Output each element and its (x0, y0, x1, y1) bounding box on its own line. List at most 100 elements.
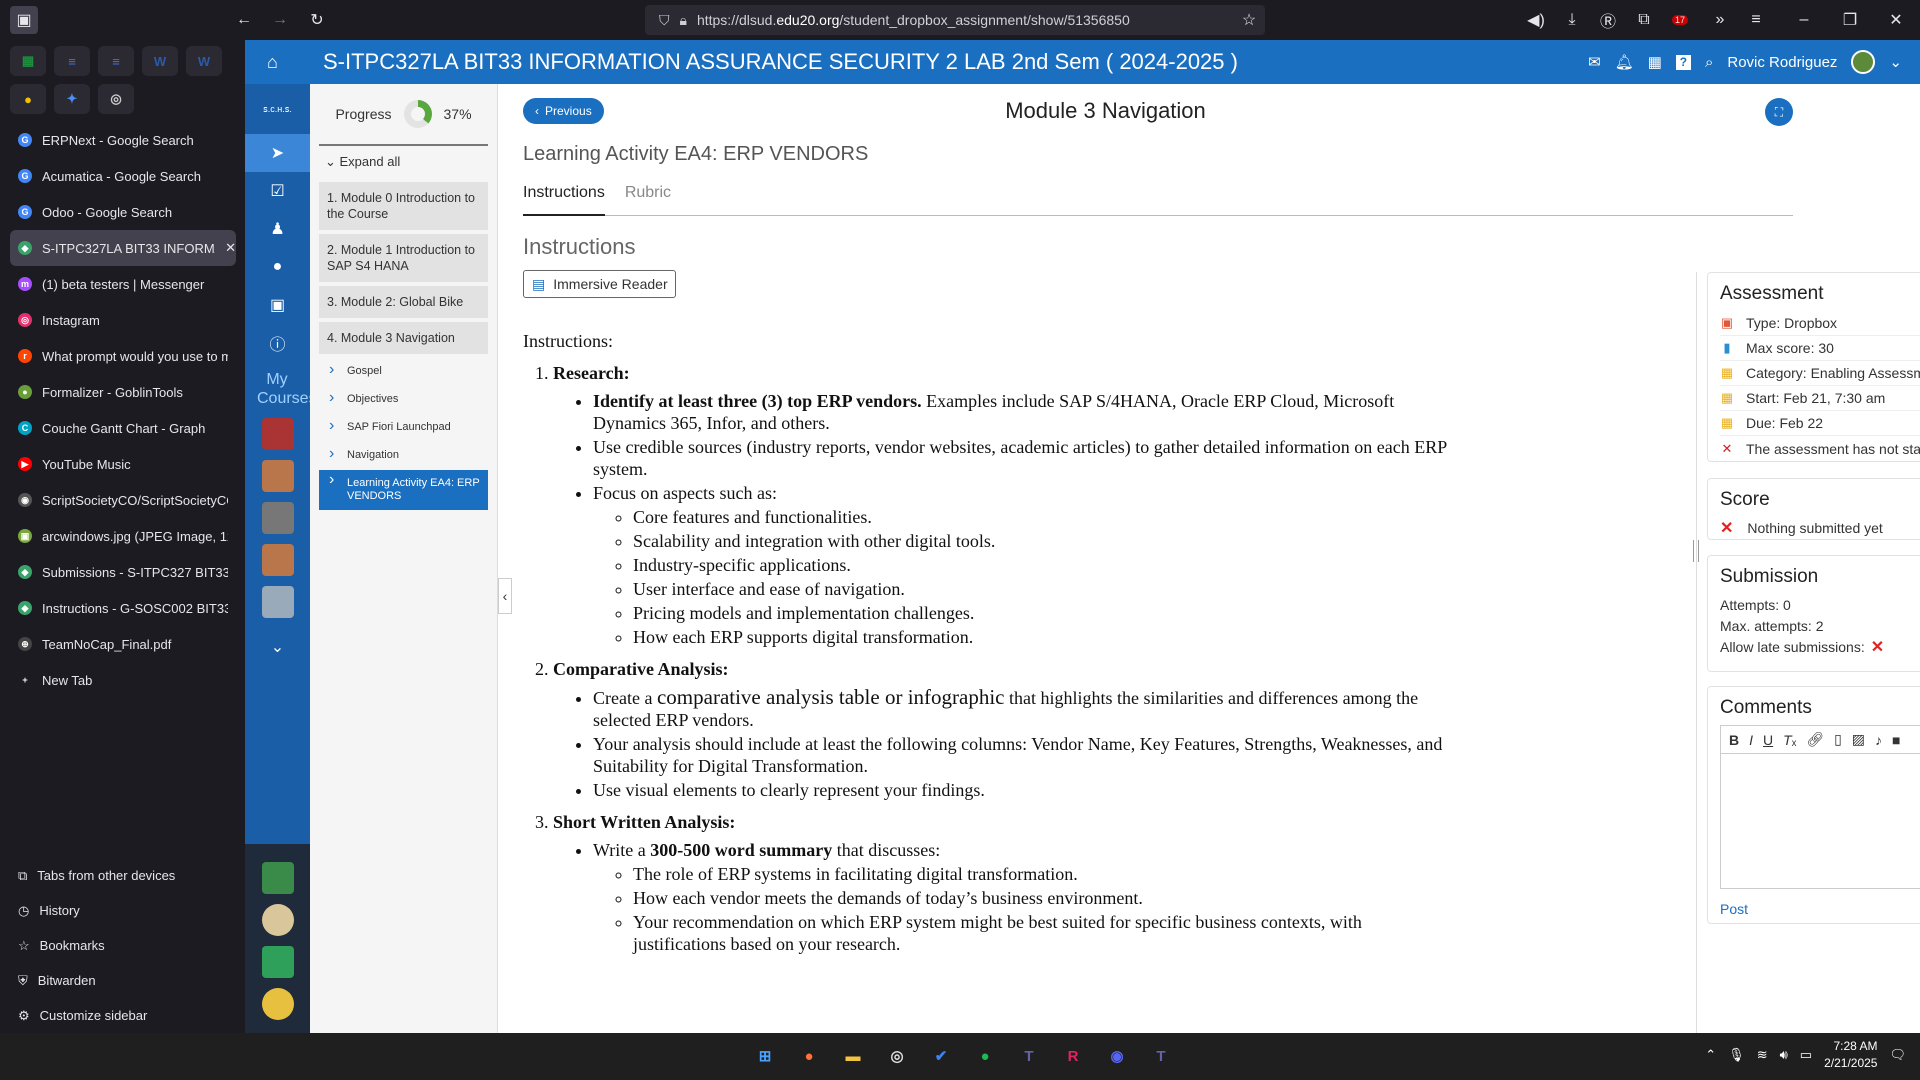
sidebar-item-active-activity[interactable]: Learning Activity EA4: ERP VENDORS (319, 470, 488, 510)
course-thumbnail[interactable] (261, 586, 294, 618)
sidebar-footer-item[interactable]: ⧉ Tabs from other devices (10, 858, 236, 893)
sidebar-footer-item[interactable]: ◷ History (10, 893, 236, 928)
word-icon[interactable]: W (186, 46, 222, 76)
forward-icon[interactable]: → (268, 8, 292, 32)
browser-tab[interactable]: G Odoo - Google Search (10, 194, 236, 230)
chevron-up-icon[interactable]: ⌃ (1705, 1047, 1716, 1063)
app-icon[interactable] (261, 904, 294, 936)
sidebar-footer-item[interactable]: ☆ Bookmarks (10, 928, 236, 963)
tab-instructions[interactable]: Instructions (523, 182, 605, 216)
bell-icon[interactable]: 🔔︎ (1615, 53, 1634, 71)
post-button[interactable]: Post (1720, 901, 1920, 917)
sidebar-subitem[interactable]: Objectives (319, 386, 488, 412)
chat-icon[interactable]: ● (10, 84, 46, 114)
checkbox-icon[interactable]: ☑ (245, 172, 310, 210)
browser-tab[interactable]: ◆ Instructions - G-SOSC002 BIT33 KU (10, 590, 236, 626)
mail-icon[interactable]: ✉ (1588, 53, 1601, 71)
sidebar-footer-item[interactable]: ⛨ Bitwarden (10, 963, 236, 998)
browser-tab[interactable]: ◎ Instagram (10, 302, 236, 338)
clear-format-icon[interactable]: Tₓ (1783, 732, 1796, 748)
user-name[interactable]: Rovic Rodriguez (1727, 54, 1837, 71)
browser-tab[interactable]: ◆ S-ITPC327LA BIT33 INFORMATI ✕ (10, 230, 236, 266)
sidebar-footer-item[interactable]: ⚙ Customize sidebar (10, 998, 236, 1033)
browser-tab[interactable]: C Couche Gantt Chart - Graph (10, 410, 236, 446)
bookmark-star-icon[interactable]: ☆ (1237, 8, 1261, 32)
sheets-icon[interactable]: ▦ (10, 46, 46, 76)
chevron-left-icon[interactable]: ‹ (498, 578, 512, 614)
browser-tab[interactable]: ⊕ TeamNoCap_Final.pdf (10, 626, 236, 662)
restore-icon[interactable]: ❐ (1838, 8, 1862, 32)
minimize-icon[interactable]: – (1792, 8, 1816, 32)
word-icon[interactable]: W (142, 46, 178, 76)
video-icon[interactable]: ■ (1892, 732, 1900, 748)
module-item[interactable]: 1. Module 0 Introduction to the Course (319, 182, 488, 230)
navigation-icon[interactable]: ➤ (245, 134, 310, 172)
sidebar-subitem[interactable]: Navigation (319, 442, 488, 468)
menu-icon[interactable]: ≡ (1744, 8, 1768, 32)
todo-icon[interactable]: ✔ (926, 1041, 956, 1071)
clock[interactable]: 7:28 AM 2/21/2025 (1824, 1038, 1877, 1072)
shield-icon[interactable]: ⛉ (659, 12, 670, 29)
back-icon[interactable]: ← (232, 8, 256, 32)
docs-icon[interactable]: ≡ (54, 46, 90, 76)
browser-tab[interactable]: ◉ ScriptSocietyCO/ScriptSocietyCO at (10, 482, 236, 518)
search-icon[interactable]: ⌕ (1705, 54, 1713, 71)
module-item[interactable]: 3. Module 2: Global Bike (319, 286, 488, 318)
mic-muted-icon[interactable]: 🎙︎ (1728, 1047, 1745, 1063)
reload-icon[interactable]: ↻ (305, 8, 329, 32)
avatar[interactable] (1851, 50, 1876, 74)
firefox-icon[interactable]: ● (794, 1041, 824, 1071)
previous-button[interactable]: ‹ Previous (523, 98, 604, 124)
home-icon[interactable]: ⌂ (267, 52, 278, 73)
address-bar[interactable]: ⛉ 🔒︎ https://dlsud.edu20.org/student_dro… (645, 5, 1265, 35)
help-icon[interactable]: ? (1675, 54, 1691, 70)
calendar-icon[interactable]: ▦ (1648, 53, 1662, 71)
sidebar-toggle-icon[interactable]: ▣ (10, 6, 38, 34)
link-icon[interactable]: 🔗︎ (1806, 731, 1824, 748)
spotify-icon[interactable]: ● (970, 1041, 1000, 1071)
browser-tab[interactable]: ▣ arcwindows.jpg (JPEG Image, 1280 (10, 518, 236, 554)
battery-icon[interactable]: ▭ (1800, 1047, 1812, 1063)
audio-icon[interactable]: ♪ (1875, 732, 1882, 748)
immersive-reader-button[interactable]: ▤ Immersive Reader (523, 270, 676, 298)
discord-icon[interactable]: ◉ (1102, 1041, 1132, 1071)
group-icon[interactable]: ▣ (245, 286, 310, 324)
reader-audio-icon[interactable]: ◀) (1524, 8, 1548, 32)
browser-tab[interactable]: ◆ Submissions - S-ITPC327 BIT33 INF (10, 554, 236, 590)
teams-icon[interactable]: T (1146, 1041, 1176, 1071)
course-thumbnail[interactable] (261, 502, 294, 534)
gemini-icon[interactable]: ✦ (54, 84, 90, 114)
sidebar-subitem[interactable]: SAP Fiori Launchpad (319, 414, 488, 440)
course-thumbnail[interactable] (261, 544, 294, 576)
rider-icon[interactable]: R (1058, 1041, 1088, 1071)
image-icon[interactable]: ▨ (1852, 731, 1865, 748)
info-icon[interactable]: ⓘ (245, 324, 310, 362)
expand-all-button[interactable]: ⌄ Expand all (319, 144, 488, 178)
user-icon[interactable]: ● (245, 248, 310, 286)
overflow-icon[interactable]: » (1708, 8, 1732, 32)
app-icon[interactable] (261, 946, 294, 978)
docs-icon[interactable]: ≡ (98, 46, 134, 76)
browser-tab[interactable]: G Acumatica - Google Search (10, 158, 236, 194)
browser-tab[interactable]: r What prompt would you use to ma (10, 338, 236, 374)
file-icon[interactable]: ▯ (1834, 731, 1842, 748)
windows-start-icon[interactable]: ⊞ (750, 1041, 780, 1071)
wifi-icon[interactable]: ≋ (1757, 1047, 1768, 1063)
notifications-icon[interactable]: 🗨︎ (1889, 1047, 1906, 1063)
user-tie-icon[interactable]: ♟ (245, 210, 310, 248)
extension-badge-icon[interactable]: 17 (1668, 8, 1692, 32)
openai-icon[interactable]: ◎ (98, 84, 134, 114)
chevron-down-icon[interactable]: ⌄ (245, 628, 310, 666)
teams-icon[interactable]: T (1014, 1041, 1044, 1071)
browser-tab[interactable]: ▶ YouTube Music (10, 446, 236, 482)
puzzle-icon[interactable]: ⧉ (1632, 8, 1656, 32)
underline-icon[interactable]: U (1763, 732, 1773, 748)
browser-tab[interactable]: + New Tab (10, 662, 236, 698)
close-tab-icon[interactable]: ✕ (225, 240, 236, 256)
volume-icon[interactable]: 🔊︎ (1780, 1047, 1788, 1063)
fullscreen-icon[interactable]: ⛶ (1765, 98, 1793, 126)
file-explorer-icon[interactable]: ▬ (838, 1041, 868, 1071)
course-thumbnail[interactable] (261, 460, 294, 492)
download-icon[interactable]: ⤓ (1560, 8, 1584, 32)
browser-tab[interactable]: m (1) beta testers | Messenger (10, 266, 236, 302)
